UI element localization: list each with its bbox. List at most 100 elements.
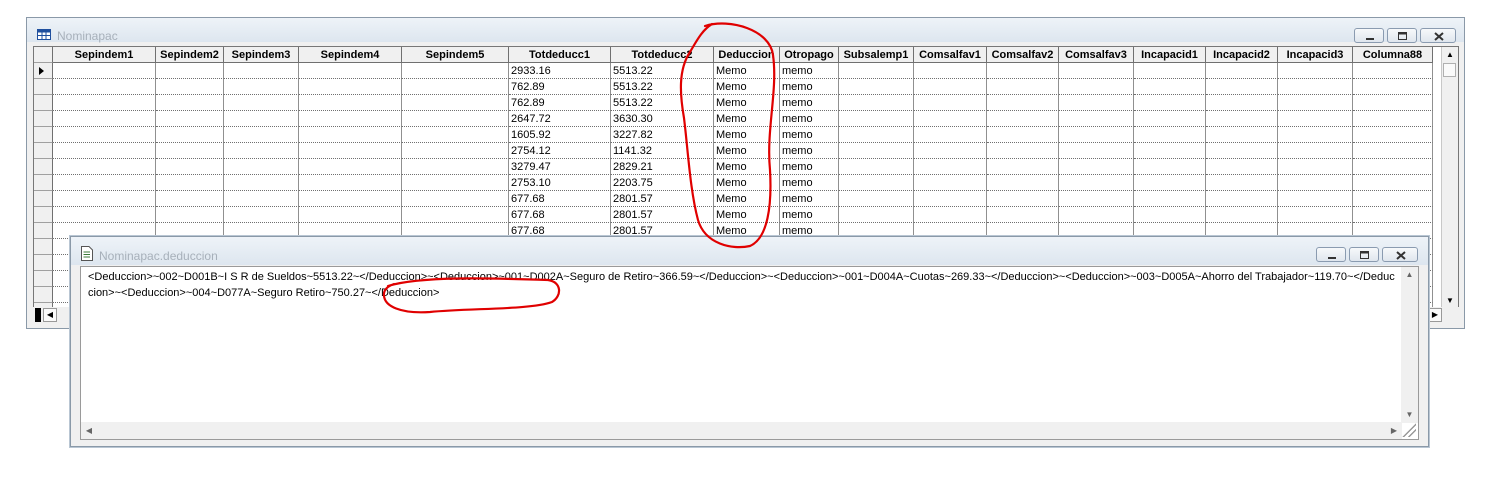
column-header-totdeducc1[interactable]: Totdeducc1 (509, 47, 611, 63)
grid-cell[interactable]: 1605.92 (509, 127, 611, 143)
close-button[interactable] (1382, 247, 1418, 262)
table-row[interactable]: 762.89 5513.22 Memo memo (34, 95, 1433, 111)
grid-cell[interactable] (987, 95, 1059, 111)
grid-cell[interactable]: 3279.47 (509, 159, 611, 175)
grid-cell[interactable]: 2754.12 (509, 143, 611, 159)
grid-cell[interactable] (224, 95, 299, 111)
grid-cell[interactable] (987, 127, 1059, 143)
table-row[interactable]: 1605.92 3227.82 Memo memo (34, 127, 1433, 143)
grid-cell[interactable] (53, 175, 156, 191)
grid-cell[interactable]: Memo (714, 159, 780, 175)
grid-vertical-scrollbar[interactable]: ▲ ▼ (1441, 47, 1458, 307)
grid-cell[interactable] (914, 175, 987, 191)
grid-cell[interactable] (1278, 127, 1353, 143)
grid-cell[interactable]: 3227.82 (611, 127, 714, 143)
grid-cell[interactable] (839, 127, 914, 143)
table-row[interactable]: 2933.16 5513.22 Memo memo (34, 63, 1433, 79)
grid-cell[interactable]: 5513.22 (611, 95, 714, 111)
grid-cell[interactable]: memo (780, 95, 839, 111)
grid-cell[interactable] (299, 127, 402, 143)
grid-cell[interactable] (1353, 207, 1433, 223)
memo-text[interactable]: <Deduccion>~002~D001B~I S R de Sueldos~5… (88, 269, 1398, 301)
grid-cell[interactable] (53, 63, 156, 79)
grid-cell[interactable]: 677.68 (509, 207, 611, 223)
grid-cell[interactable] (987, 175, 1059, 191)
column-header-comsalfav1[interactable]: Comsalfav1 (914, 47, 987, 63)
grid-cell[interactable] (987, 111, 1059, 127)
grid-cell[interactable] (987, 79, 1059, 95)
grid-cell[interactable] (156, 143, 224, 159)
grid-cell[interactable] (1134, 111, 1206, 127)
grid-cell[interactable] (402, 159, 509, 175)
grid-cell[interactable] (1353, 143, 1433, 159)
grid-cell[interactable] (156, 175, 224, 191)
grid-cell[interactable] (1059, 95, 1134, 111)
grid-cell[interactable] (1278, 175, 1353, 191)
row-selector[interactable] (34, 127, 53, 143)
row-selector[interactable] (34, 271, 53, 287)
grid-cell[interactable] (914, 79, 987, 95)
grid-cell[interactable]: 2753.10 (509, 175, 611, 191)
grid-cell[interactable]: Memo (714, 143, 780, 159)
grid-cell[interactable] (1353, 175, 1433, 191)
grid-cell[interactable] (53, 159, 156, 175)
scroll-left-arrow-icon[interactable]: ◀ (81, 422, 97, 439)
grid-cell[interactable] (839, 143, 914, 159)
grid-cell[interactable] (1134, 159, 1206, 175)
grid-cell[interactable] (1278, 111, 1353, 127)
scroll-right-arrow-icon[interactable]: ▶ (1428, 308, 1442, 322)
grid-cell[interactable] (224, 207, 299, 223)
column-header-comsalfav3[interactable]: Comsalfav3 (1059, 47, 1134, 63)
row-selector[interactable] (34, 159, 53, 175)
memo-editor[interactable]: <Deduccion>~002~D001B~I S R de Sueldos~5… (80, 266, 1419, 440)
grid-cell[interactable] (1134, 127, 1206, 143)
grid-cell[interactable] (299, 207, 402, 223)
grid-cell[interactable] (839, 63, 914, 79)
grid-cell[interactable]: Memo (714, 95, 780, 111)
grid-cell[interactable]: 2203.75 (611, 175, 714, 191)
grid-cell[interactable]: Memo (714, 175, 780, 191)
table-row[interactable]: 2647.72 3630.30 Memo memo (34, 111, 1433, 127)
grid-cell[interactable] (1134, 79, 1206, 95)
scroll-down-arrow-icon[interactable]: ▼ (1401, 407, 1418, 423)
grid-cell[interactable] (839, 207, 914, 223)
grid-cell[interactable] (1206, 111, 1278, 127)
grid-cell[interactable] (224, 191, 299, 207)
column-header-sepindem1[interactable]: Sepindem1 (53, 47, 156, 63)
grid-cell[interactable]: memo (780, 175, 839, 191)
grid-cell[interactable] (156, 207, 224, 223)
grid-cell[interactable] (987, 63, 1059, 79)
grid-cell[interactable] (1059, 207, 1134, 223)
grid-cell[interactable]: Memo (714, 79, 780, 95)
column-header-columna88[interactable]: Columna88 (1353, 47, 1433, 63)
row-selector[interactable] (34, 255, 53, 271)
grid-cell[interactable] (1278, 207, 1353, 223)
grid-cell[interactable] (914, 63, 987, 79)
grid-cell[interactable] (299, 191, 402, 207)
grid-cell[interactable] (402, 207, 509, 223)
column-header-sepindem4[interactable]: Sepindem4 (299, 47, 402, 63)
row-selector[interactable] (34, 95, 53, 111)
column-header-incapacid2[interactable]: Incapacid2 (1206, 47, 1278, 63)
grid-cell[interactable] (839, 95, 914, 111)
grid-cell[interactable] (914, 143, 987, 159)
grid-cell[interactable] (53, 95, 156, 111)
grid-cell[interactable] (914, 159, 987, 175)
maximize-button[interactable] (1387, 28, 1417, 43)
scroll-up-arrow-icon[interactable]: ▲ (1442, 47, 1458, 63)
grid-cell[interactable] (1206, 191, 1278, 207)
column-header-otropago[interactable]: Otropago (780, 47, 839, 63)
grid-cell[interactable]: 762.89 (509, 79, 611, 95)
minimize-button[interactable] (1354, 28, 1384, 43)
grid-cell[interactable] (156, 63, 224, 79)
grid-cell[interactable]: 5513.22 (611, 63, 714, 79)
grid-cell[interactable] (1059, 111, 1134, 127)
grid-cell[interactable] (839, 191, 914, 207)
scroll-up-arrow-icon[interactable]: ▲ (1401, 267, 1418, 283)
grid-cell[interactable] (53, 127, 156, 143)
column-header-deduccion[interactable]: Deduccion (714, 47, 780, 63)
grid-cell[interactable] (1353, 95, 1433, 111)
grid-cell[interactable]: memo (780, 143, 839, 159)
partition-marker[interactable] (35, 308, 41, 322)
grid-cell[interactable] (402, 63, 509, 79)
